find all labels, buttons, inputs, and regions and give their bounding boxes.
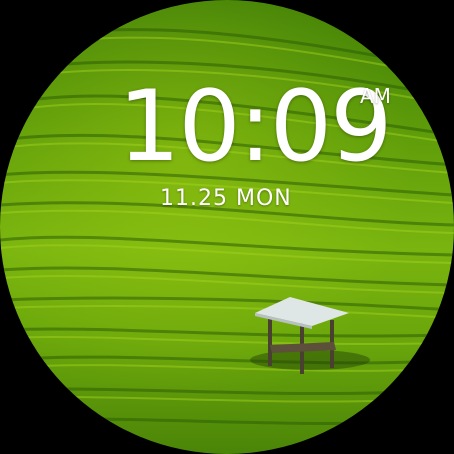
terrace-background-image bbox=[0, 28, 454, 426]
date-text: 11.25 bbox=[160, 186, 228, 211]
weekday-text: MON bbox=[235, 186, 292, 211]
time-display[interactable]: 10:09 bbox=[118, 72, 392, 182]
watch-face[interactable]: 10:09 AM 11.25 MON bbox=[0, 0, 454, 454]
am-pm-indicator: AM bbox=[360, 84, 391, 108]
date-display[interactable]: 11.25 MON bbox=[160, 186, 292, 212]
